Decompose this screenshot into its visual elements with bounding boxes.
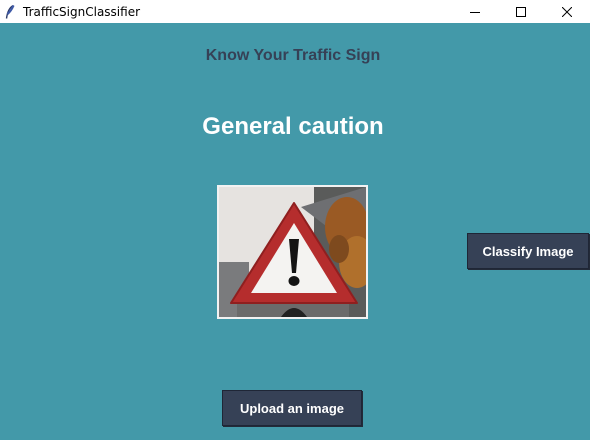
feather-icon: [5, 4, 15, 19]
general-caution-sign-icon: [219, 187, 366, 317]
close-button[interactable]: [544, 0, 590, 23]
upload-image-button[interactable]: Upload an image: [222, 390, 362, 426]
classify-image-button[interactable]: Classify Image: [467, 233, 589, 269]
app-heading: Know Your Traffic Sign: [205, 47, 381, 64]
uploaded-sign-image: [217, 185, 368, 319]
window-title: TrafficSignClassifier: [23, 4, 141, 19]
window-controls: [452, 0, 590, 23]
window-titlebar: TrafficSignClassifier: [0, 0, 590, 23]
minimize-button[interactable]: [452, 0, 498, 23]
close-icon: [562, 6, 572, 17]
maximize-button[interactable]: [498, 0, 544, 23]
prediction-label: General caution: [202, 113, 384, 140]
maximize-icon: [516, 6, 526, 17]
minimize-icon: [470, 11, 480, 13]
